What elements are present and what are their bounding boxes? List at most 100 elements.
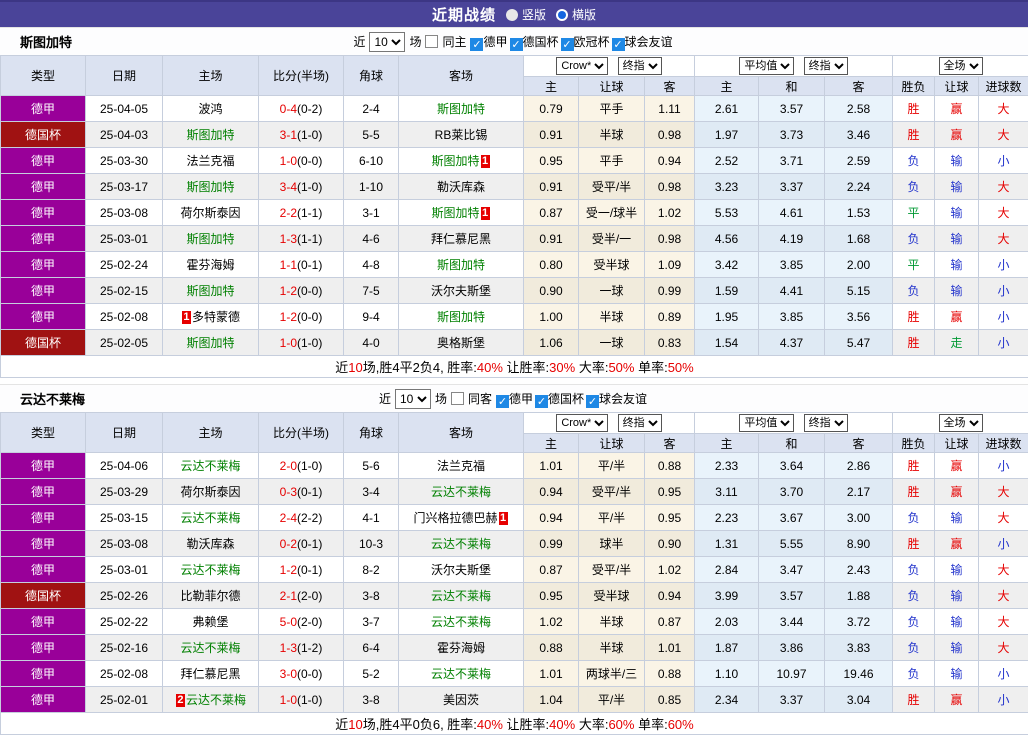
summary-stat-value: 60%	[668, 717, 694, 732]
score-cell: 2-1(2-0)	[259, 583, 344, 609]
summary-text-part: 让胜率:	[503, 717, 549, 732]
matches-table: 类型 日期 主场 比分(半场) 角球 客场 Crow* 终指 平均值 终指 全场	[0, 55, 1028, 378]
result-wdl: 负	[893, 505, 935, 531]
result-handicap: 输	[935, 226, 979, 252]
corner-cell: 3-8	[344, 687, 399, 713]
league-checkbox[interactable]: ✓	[496, 395, 509, 408]
asian-handicap: 半球	[579, 304, 645, 330]
result-goals: 大	[979, 479, 1028, 505]
fulltime-score: 1-0	[280, 336, 297, 350]
asian-time-select[interactable]: 终指	[618, 57, 662, 75]
euro-draw-odds: 3.57	[759, 96, 825, 122]
result-goals: 大	[979, 122, 1028, 148]
asian-company-select[interactable]: Crow*	[556, 57, 608, 75]
asian-home-odds: 0.80	[524, 252, 579, 278]
euro-time-select[interactable]: 终指	[804, 414, 848, 432]
asian-home-odds: 0.90	[524, 278, 579, 304]
scope-select[interactable]: 全场	[939, 57, 983, 75]
summary-stat-value: 50%	[668, 360, 694, 375]
scope-controls: 全场	[893, 56, 1028, 77]
summary-stat-value: 30%	[549, 360, 575, 375]
asian-home-odds: 0.79	[524, 96, 579, 122]
score-cell: 1-2(0-1)	[259, 557, 344, 583]
fulltime-score: 0-4	[280, 102, 297, 116]
away-team-cell: 美因茨	[399, 687, 524, 713]
corner-cell: 5-2	[344, 661, 399, 687]
corner-cell: 5-5	[344, 122, 399, 148]
date-cell: 25-02-22	[86, 609, 163, 635]
scope-select[interactable]: 全场	[939, 414, 983, 432]
league-checkbox[interactable]: ✓	[535, 395, 548, 408]
away-team-cell: 斯图加特	[399, 304, 524, 330]
fulltime-score: 3-1	[280, 128, 297, 142]
euro-draw-odds: 3.73	[759, 122, 825, 148]
asian-company-select[interactable]: Crow*	[556, 414, 608, 432]
summary-stat-value: 50%	[608, 360, 634, 375]
col-euro-home: 主	[695, 77, 759, 96]
corner-cell: 3-7	[344, 609, 399, 635]
date-cell: 25-02-05	[86, 330, 163, 356]
euro-home-odds: 1.10	[695, 661, 759, 687]
euro-home-odds: 1.97	[695, 122, 759, 148]
result-handicap: 赢	[935, 122, 979, 148]
halftime-score: (0-1)	[297, 258, 322, 272]
score-cell: 1-3(1-2)	[259, 635, 344, 661]
result-handicap: 赢	[935, 687, 979, 713]
matches-body: 德甲25-04-05波鸿0-4(0-2)2-4斯图加特0.79平手1.112.6…	[1, 96, 1028, 356]
asian-home-odds: 1.02	[524, 609, 579, 635]
match-row: 德甲25-03-30法兰克福1-0(0-0)6-10斯图加特10.95平手0.9…	[1, 148, 1028, 174]
euro-company-select[interactable]: 平均值	[739, 57, 794, 75]
recent-count-select[interactable]: 10	[369, 32, 405, 52]
away-team-cell: 云达不莱梅	[399, 531, 524, 557]
score-cell: 1-0(1-0)	[259, 687, 344, 713]
radio-horizontal-label: 横版	[572, 6, 596, 23]
corner-cell: 4-6	[344, 226, 399, 252]
halftime-score: (0-1)	[297, 563, 322, 577]
league-checkbox[interactable]: ✓	[510, 38, 523, 51]
away-team-cell: 云达不莱梅	[399, 583, 524, 609]
result-handicap: 输	[935, 200, 979, 226]
team-label: 云达不莱梅	[431, 589, 491, 603]
asian-time-select[interactable]: 终指	[618, 414, 662, 432]
summary-text-part: 让胜率:	[503, 360, 549, 375]
layout-option-vertical[interactable]: 竖版	[506, 6, 546, 23]
home-team-cell: 勒沃库森	[163, 531, 259, 557]
euro-company-select[interactable]: 平均值	[739, 414, 794, 432]
result-wdl: 负	[893, 148, 935, 174]
col-euro-draw: 和	[759, 77, 825, 96]
col-asian-away: 客	[645, 77, 695, 96]
league-checkbox[interactable]: ✓	[561, 38, 574, 51]
euro-odds-controls: 平均值 终指	[695, 56, 893, 77]
team-label: 云达不莱梅	[431, 615, 491, 629]
euro-away-odds: 3.00	[825, 505, 893, 531]
col-asian-away: 客	[645, 434, 695, 453]
halftime-score: (1-1)	[297, 232, 322, 246]
layout-option-horizontal[interactable]: 横版	[556, 6, 596, 23]
league-cell: 德国杯	[1, 583, 86, 609]
euro-away-odds: 5.15	[825, 278, 893, 304]
league-checkbox[interactable]: ✓	[470, 38, 483, 51]
euro-time-select[interactable]: 终指	[804, 57, 848, 75]
asian-away-odds: 1.01	[645, 635, 695, 661]
euro-draw-odds: 3.44	[759, 609, 825, 635]
league-checkbox[interactable]: ✓	[612, 38, 625, 51]
fulltime-score: 5-0	[280, 615, 297, 629]
match-row: 德国杯25-02-05斯图加特1-0(1-0)4-0奥格斯堡1.06一球0.83…	[1, 330, 1028, 356]
col-away: 客场	[399, 56, 524, 96]
filter-matches-label: 场	[435, 390, 447, 407]
asian-home-odds: 1.00	[524, 304, 579, 330]
team-label: 斯图加特	[437, 310, 485, 324]
result-wdl: 负	[893, 583, 935, 609]
radio-vertical-icon[interactable]	[506, 9, 518, 21]
same-venue-checkbox[interactable]	[425, 35, 438, 48]
league-checkbox[interactable]: ✓	[586, 395, 599, 408]
recent-count-select[interactable]: 10	[395, 389, 431, 409]
asian-home-odds: 0.87	[524, 557, 579, 583]
league-filters: ✓德甲✓德国杯✓欧冠杯✓球会友谊	[470, 33, 674, 51]
home-team-cell: 法兰克福	[163, 148, 259, 174]
match-row: 德甲25-03-29荷尔斯泰因0-3(0-1)3-4云达不莱梅0.94受平/半0…	[1, 479, 1028, 505]
same-venue-checkbox[interactable]	[451, 392, 464, 405]
score-cell: 1-0(1-0)	[259, 330, 344, 356]
radio-horizontal-icon[interactable]	[556, 9, 568, 21]
result-goals: 大	[979, 583, 1028, 609]
